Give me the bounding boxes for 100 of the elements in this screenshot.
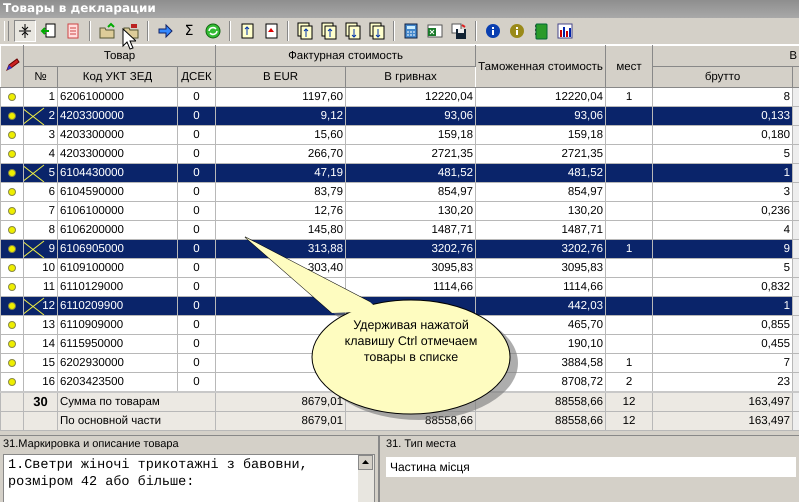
table-cell[interactable]: 6110209900	[58, 296, 178, 316]
dot-icon	[7, 263, 17, 273]
table-cell[interactable]: 4203300000	[58, 106, 178, 126]
table-cell[interactable]: 6206100000	[58, 88, 178, 106]
table-cell: 14	[24, 334, 58, 354]
table-cell: 15	[24, 354, 58, 372]
table-cell: 1114,66	[346, 278, 476, 296]
table-cell[interactable]: 6106100000	[58, 202, 178, 220]
table-cell: 1	[24, 88, 58, 106]
table-cell: 159,18	[346, 126, 476, 144]
table-cell: 6	[24, 182, 58, 202]
table-cell: 88558,66	[476, 412, 606, 430]
table-cell: 13	[24, 316, 58, 334]
table-cell[interactable]: 6106905000	[58, 240, 178, 258]
table-cell: 1	[652, 164, 793, 182]
table-cell: 481,52	[346, 164, 476, 182]
table-cell: 163,497	[652, 392, 793, 412]
header-cell: Код УКТ ЗЕД	[58, 66, 178, 88]
header-cell: №	[24, 66, 58, 88]
table-cell[interactable]: 6110909000	[58, 316, 178, 334]
dot-icon	[7, 168, 17, 178]
split-icon	[16, 22, 34, 40]
window-title: Товары в декларации	[3, 1, 156, 15]
table-cell: 9	[24, 240, 58, 258]
document-arrow-icon	[40, 22, 58, 40]
table-cell: 0	[178, 144, 216, 164]
table-cell: 8679,01	[216, 412, 346, 430]
table-cell: Сумма по товарам	[58, 392, 216, 412]
table-cell: 0	[178, 278, 216, 296]
table-cell[interactable]: 4203300000	[58, 144, 178, 164]
table-cell[interactable]: 4203300000	[58, 126, 178, 144]
table-cell[interactable]: 6202930000	[58, 354, 178, 372]
table-cell: 0	[178, 240, 216, 258]
table-cell: 0,855	[652, 316, 793, 334]
table-cell: 0	[178, 316, 216, 334]
table-cell: 5	[24, 164, 58, 182]
callout-text: Удерживая нажатой клавишу Ctrl отмечаем товары в списке	[344, 317, 478, 365]
header-cell: ДСЕК	[178, 66, 216, 88]
table-cell: 1197,60	[216, 88, 346, 106]
table-cell: 3095,83	[346, 258, 476, 278]
table-cell: 3095,83	[476, 258, 606, 278]
description-line: 1.Светри жіночі трикотажні з бавовни,	[8, 457, 309, 474]
table-cell: 7	[24, 202, 58, 220]
table-cell: 2721,35	[476, 144, 606, 164]
sum-button[interactable]: Σ	[178, 20, 200, 42]
table-cell: 0,180	[652, 126, 793, 144]
table-cell[interactable]: 6104430000	[58, 164, 178, 182]
place-type-field[interactable]: Частина місця	[386, 457, 796, 477]
pencil-icon	[4, 56, 20, 72]
dot-icon	[7, 320, 17, 330]
table-cell: 2721,35	[346, 144, 476, 164]
panel-title: 31.Маркировка и описание товара	[3, 438, 180, 450]
table-cell: 0,133	[652, 106, 793, 126]
table-cell: 163,497	[652, 412, 793, 430]
table-cell: 10	[24, 258, 58, 278]
table-cell: 159,18	[476, 126, 606, 144]
table-cell: 0	[178, 106, 216, 126]
table-cell: 9	[652, 240, 793, 258]
table-cell[interactable]: 6115950000	[58, 334, 178, 354]
table-cell: По основной части	[58, 412, 216, 430]
scroll-up-icon[interactable]	[358, 455, 373, 470]
table-cell[interactable]: 6110129000	[58, 278, 178, 296]
dot-icon	[7, 92, 17, 102]
table-cell: 30	[24, 392, 58, 412]
split-icon-button[interactable]	[14, 20, 36, 42]
panel-title: 31. Тип места	[386, 438, 457, 450]
table-cell: 3202,76	[346, 240, 476, 258]
table-cell: 2	[24, 106, 58, 126]
dot-icon	[7, 377, 17, 387]
table-cell[interactable]: 6104590000	[58, 182, 178, 202]
table-cell: 11	[24, 278, 58, 296]
header-cell: Товар	[24, 46, 216, 66]
table-cell: 1487,71	[346, 220, 476, 240]
dot-icon	[7, 244, 17, 254]
table-cell: 12,76	[216, 202, 346, 220]
table-cell: 130,20	[476, 202, 606, 220]
description-field[interactable]: 1.Светри жіночі трикотажні з бавовни, розміром 42 або більше:	[3, 454, 375, 502]
table-cell: 8679,01	[216, 392, 346, 412]
table-cell: 12220,04	[346, 88, 476, 106]
table-cell: 0	[178, 202, 216, 220]
table-cell: 8	[24, 220, 58, 240]
table-cell: 12	[606, 392, 653, 412]
table-cell: 0	[178, 354, 216, 372]
table-cell: 1	[606, 240, 653, 258]
table-cell: 0	[178, 258, 216, 278]
table-cell[interactable]: 6109100000	[58, 258, 178, 278]
table-cell: 3202,76	[476, 240, 606, 258]
table-cell: 88558,66	[476, 392, 606, 412]
table-cell: 0	[178, 126, 216, 144]
table-cell: 130,20	[346, 202, 476, 220]
table-cell: 4	[24, 144, 58, 164]
header-cell: В	[652, 46, 799, 66]
table-cell: 83,79	[216, 182, 346, 202]
table-cell: 3	[652, 182, 793, 202]
table-cell[interactable]: 6106200000	[58, 220, 178, 240]
header-cell: Фактурная стоимость	[216, 46, 476, 66]
table-cell: 0,832	[652, 278, 793, 296]
scrollbar[interactable]	[358, 455, 374, 502]
table-cell: 0,455	[652, 334, 793, 354]
table-cell: 1	[606, 88, 653, 106]
